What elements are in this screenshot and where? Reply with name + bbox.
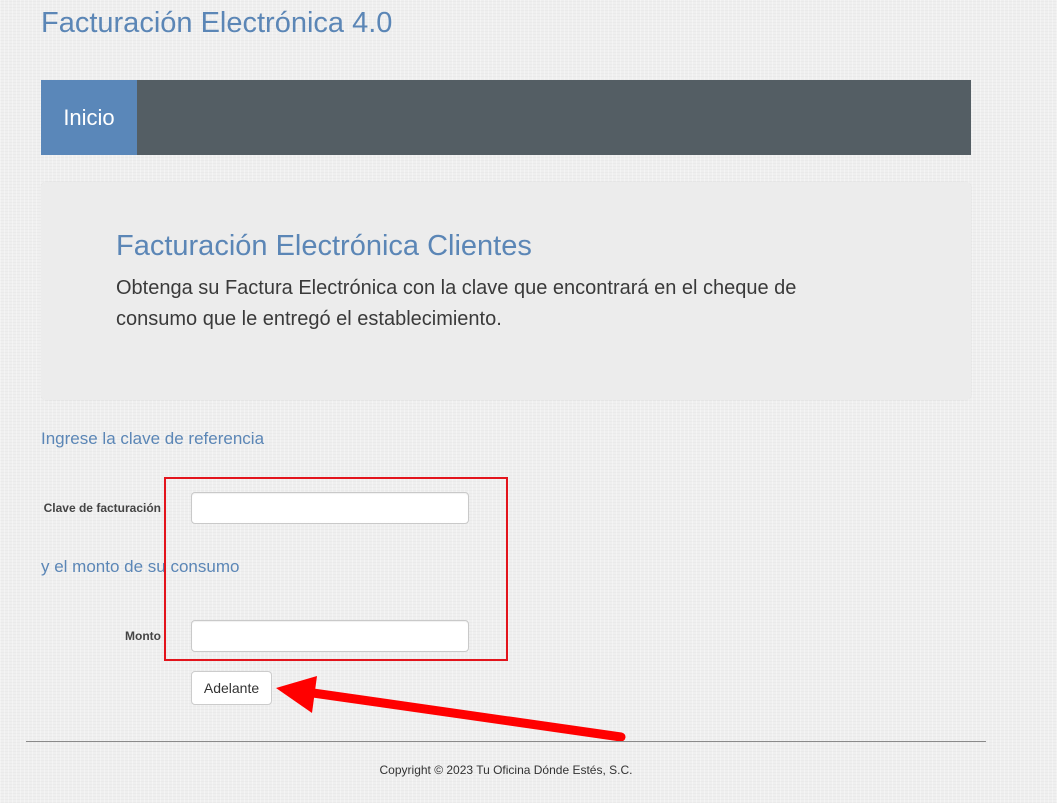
jumbotron-description: Obtenga su Factura Electrónica con la cl… xyxy=(116,277,797,330)
monto-label: Monto xyxy=(125,629,161,643)
amount-prompt: y el monto de su consumo xyxy=(41,557,240,576)
clave-facturacion-input[interactable] xyxy=(191,492,469,524)
footer-copyright: Copyright © 2023 Tu Oficina Dónde Estés,… xyxy=(379,763,633,777)
annotation-arrow-shaft xyxy=(301,687,626,742)
site-title: Facturación Electrónica 4.0 xyxy=(41,7,393,39)
jumbotron-title: Facturación Electrónica Clientes xyxy=(116,230,532,262)
footer-divider xyxy=(26,741,986,742)
nav-item-inicio[interactable]: Inicio xyxy=(41,80,137,155)
reference-prompt: Ingrese la clave de referencia xyxy=(41,429,265,448)
monto-input[interactable] xyxy=(191,620,469,652)
adelante-button[interactable]: Adelante xyxy=(191,671,272,705)
annotation-arrow-head xyxy=(276,676,317,713)
main-navbar: Inicio xyxy=(41,80,971,155)
jumbotron-panel: Facturación Electrónica Clientes Obtenga… xyxy=(41,182,971,400)
clave-facturacion-label: Clave de facturación xyxy=(43,501,161,515)
